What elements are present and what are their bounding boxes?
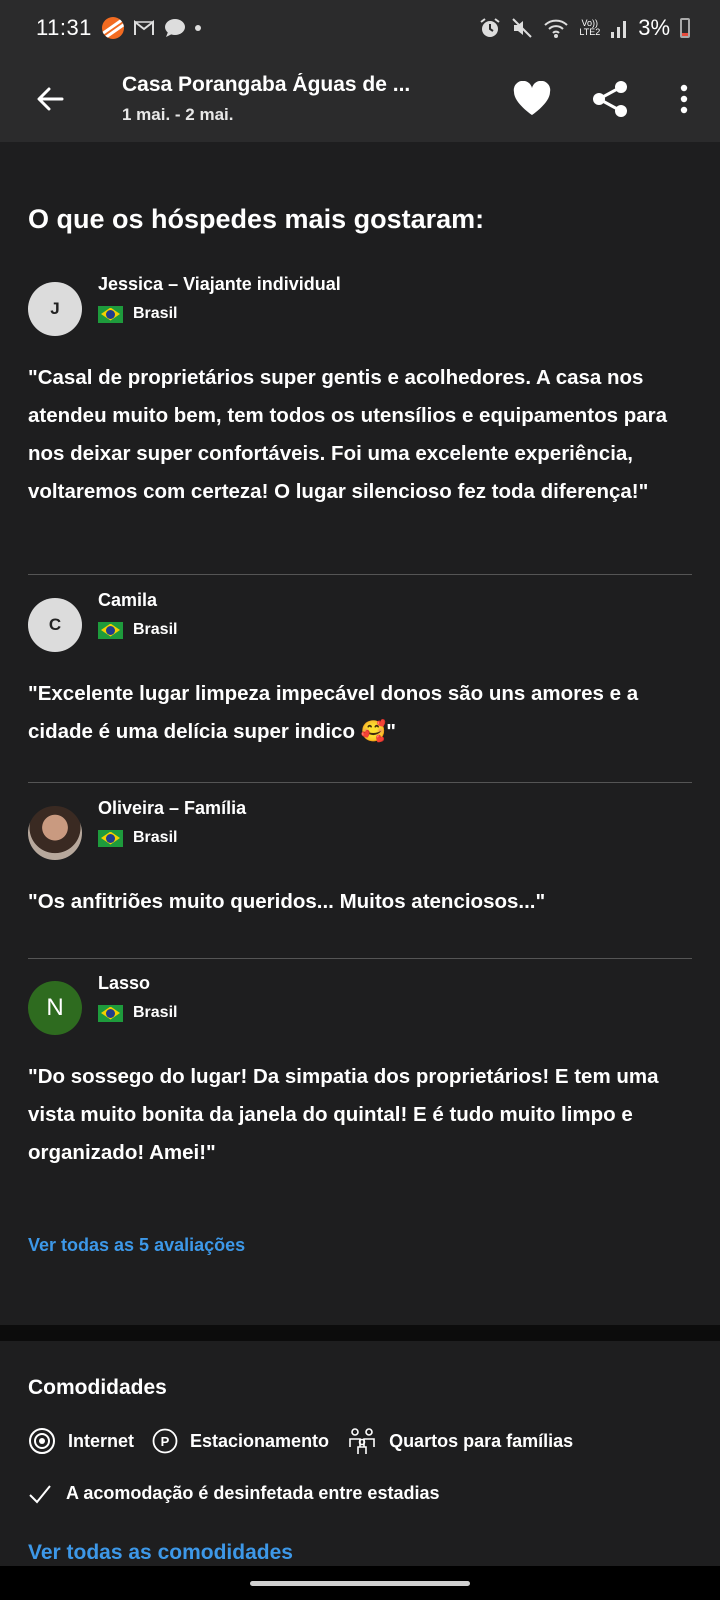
parking-icon: P: [152, 1428, 178, 1454]
avatar-photo: [28, 806, 82, 860]
review-text: "Casal de proprietários super gentis e a…: [28, 366, 668, 503]
gmail-icon: [133, 19, 154, 35]
divider: [28, 958, 692, 959]
brazil-flag-icon: [98, 621, 123, 639]
review-item: C Camila Brasil "Excelente lugar limpeza…: [28, 590, 692, 751]
status-bar: 11:31 Vo)) LTE2 3%: [0, 0, 720, 56]
reviewer-name: Jessica – Viajante individual: [98, 274, 341, 294]
app-notification-icon: [101, 17, 124, 39]
mute-icon: [512, 18, 533, 38]
avatar: J: [28, 282, 82, 336]
country-label: Brasil: [133, 829, 178, 846]
status-time: 11:31: [36, 15, 92, 40]
app-bar: Casa Porangaba Águas de ... 1 mai. - 2 m…: [0, 56, 720, 142]
favorite-button[interactable]: [508, 75, 556, 123]
see-all-amenities-link[interactable]: Ver todas as comodidades: [28, 1541, 293, 1565]
back-button[interactable]: [28, 77, 72, 121]
reviewer-country: Brasil: [98, 621, 177, 639]
section-separator: [0, 1325, 720, 1341]
reviewer-name: Oliveira – Família: [98, 798, 247, 818]
amenity-item: Internet: [28, 1427, 134, 1455]
home-indicator[interactable]: [250, 1581, 470, 1586]
review-text: "Os anfitriões muito queridos... Muitos …: [28, 890, 546, 913]
battery-icon: [680, 18, 690, 38]
checkmark-icon: [29, 1484, 51, 1503]
arrow-left-icon: [37, 87, 64, 111]
more-vertical-icon: [680, 84, 688, 114]
battery-percent: 3%: [638, 15, 670, 40]
country-label: Brasil: [133, 305, 178, 322]
disinfected-note: A acomodação é desinfetada entre estadia…: [28, 1483, 439, 1504]
amenity-item: Quartos para famílias: [347, 1427, 573, 1455]
amenities-title: Comodidades: [28, 1376, 167, 1399]
avatar: N: [28, 981, 82, 1035]
review-item: Oliveira – Família Brasil "Os anfitriões…: [28, 798, 692, 921]
reviewer-country: Brasil: [98, 305, 341, 323]
wifi-icon: [29, 1428, 55, 1454]
amenity-label: Quartos para famílias: [389, 1430, 574, 1451]
brazil-flag-icon: [98, 829, 123, 847]
reviewer-country: Brasil: [98, 829, 246, 847]
network-label: Vo)) LTE2: [579, 18, 601, 37]
disinfected-label: A acomodação é desinfetada entre estadia…: [66, 1483, 440, 1503]
amenity-item: P Estacionamento: [152, 1428, 329, 1454]
family-icon: [349, 1428, 375, 1454]
share-button[interactable]: [586, 75, 634, 123]
share-icon: [593, 81, 627, 117]
svg-text:P: P: [161, 1434, 170, 1449]
more-notifications-dot: [194, 25, 201, 31]
system-nav-bar: [0, 1566, 720, 1600]
amenities-section: Comodidades Internet P Estacionamento Qu…: [0, 1341, 720, 1566]
reviews-title: O que os hóspedes mais gostaram:: [28, 204, 485, 234]
alarm-icon: [480, 18, 500, 37]
divider: [28, 574, 692, 575]
stay-dates: 1 mai. - 2 mai.: [122, 105, 234, 124]
chat-icon: [164, 19, 185, 37]
heart-icon: [513, 81, 551, 115]
reviewer-name: Lasso: [98, 973, 151, 993]
more-options-button[interactable]: [660, 75, 708, 123]
brazil-flag-icon: [98, 1004, 123, 1022]
review-item: J Jessica – Viajante individual Brasil "…: [28, 274, 692, 511]
review-text: "Do sossego do lugar! Da simpatia dos pr…: [28, 1065, 659, 1164]
amenity-list: Internet P Estacionamento Quartos para f…: [28, 1427, 591, 1455]
review-item: N Lasso Brasil "Do sossego do lugar! Da …: [28, 973, 692, 1172]
wifi-icon: [544, 19, 569, 38]
see-all-reviews-link[interactable]: Ver todas as 5 avaliações: [28, 1235, 245, 1256]
reviewer-country: Brasil: [98, 1004, 177, 1022]
country-label: Brasil: [133, 1004, 178, 1021]
hotel-title: Casa Porangaba Águas de ...: [122, 73, 411, 96]
review-text: "Excelente lugar limpeza impecável donos…: [28, 682, 639, 743]
signal-icon: [611, 21, 627, 38]
reviews-section: O que os hóspedes mais gostaram: J Jessi…: [0, 142, 720, 1325]
amenity-label: Internet: [68, 1430, 135, 1451]
avatar: C: [28, 598, 82, 652]
reviewer-name: Camila: [98, 590, 158, 610]
brazil-flag-icon: [98, 305, 123, 323]
country-label: Brasil: [133, 621, 178, 638]
divider: [28, 782, 692, 783]
amenity-label: Estacionamento: [190, 1430, 330, 1451]
